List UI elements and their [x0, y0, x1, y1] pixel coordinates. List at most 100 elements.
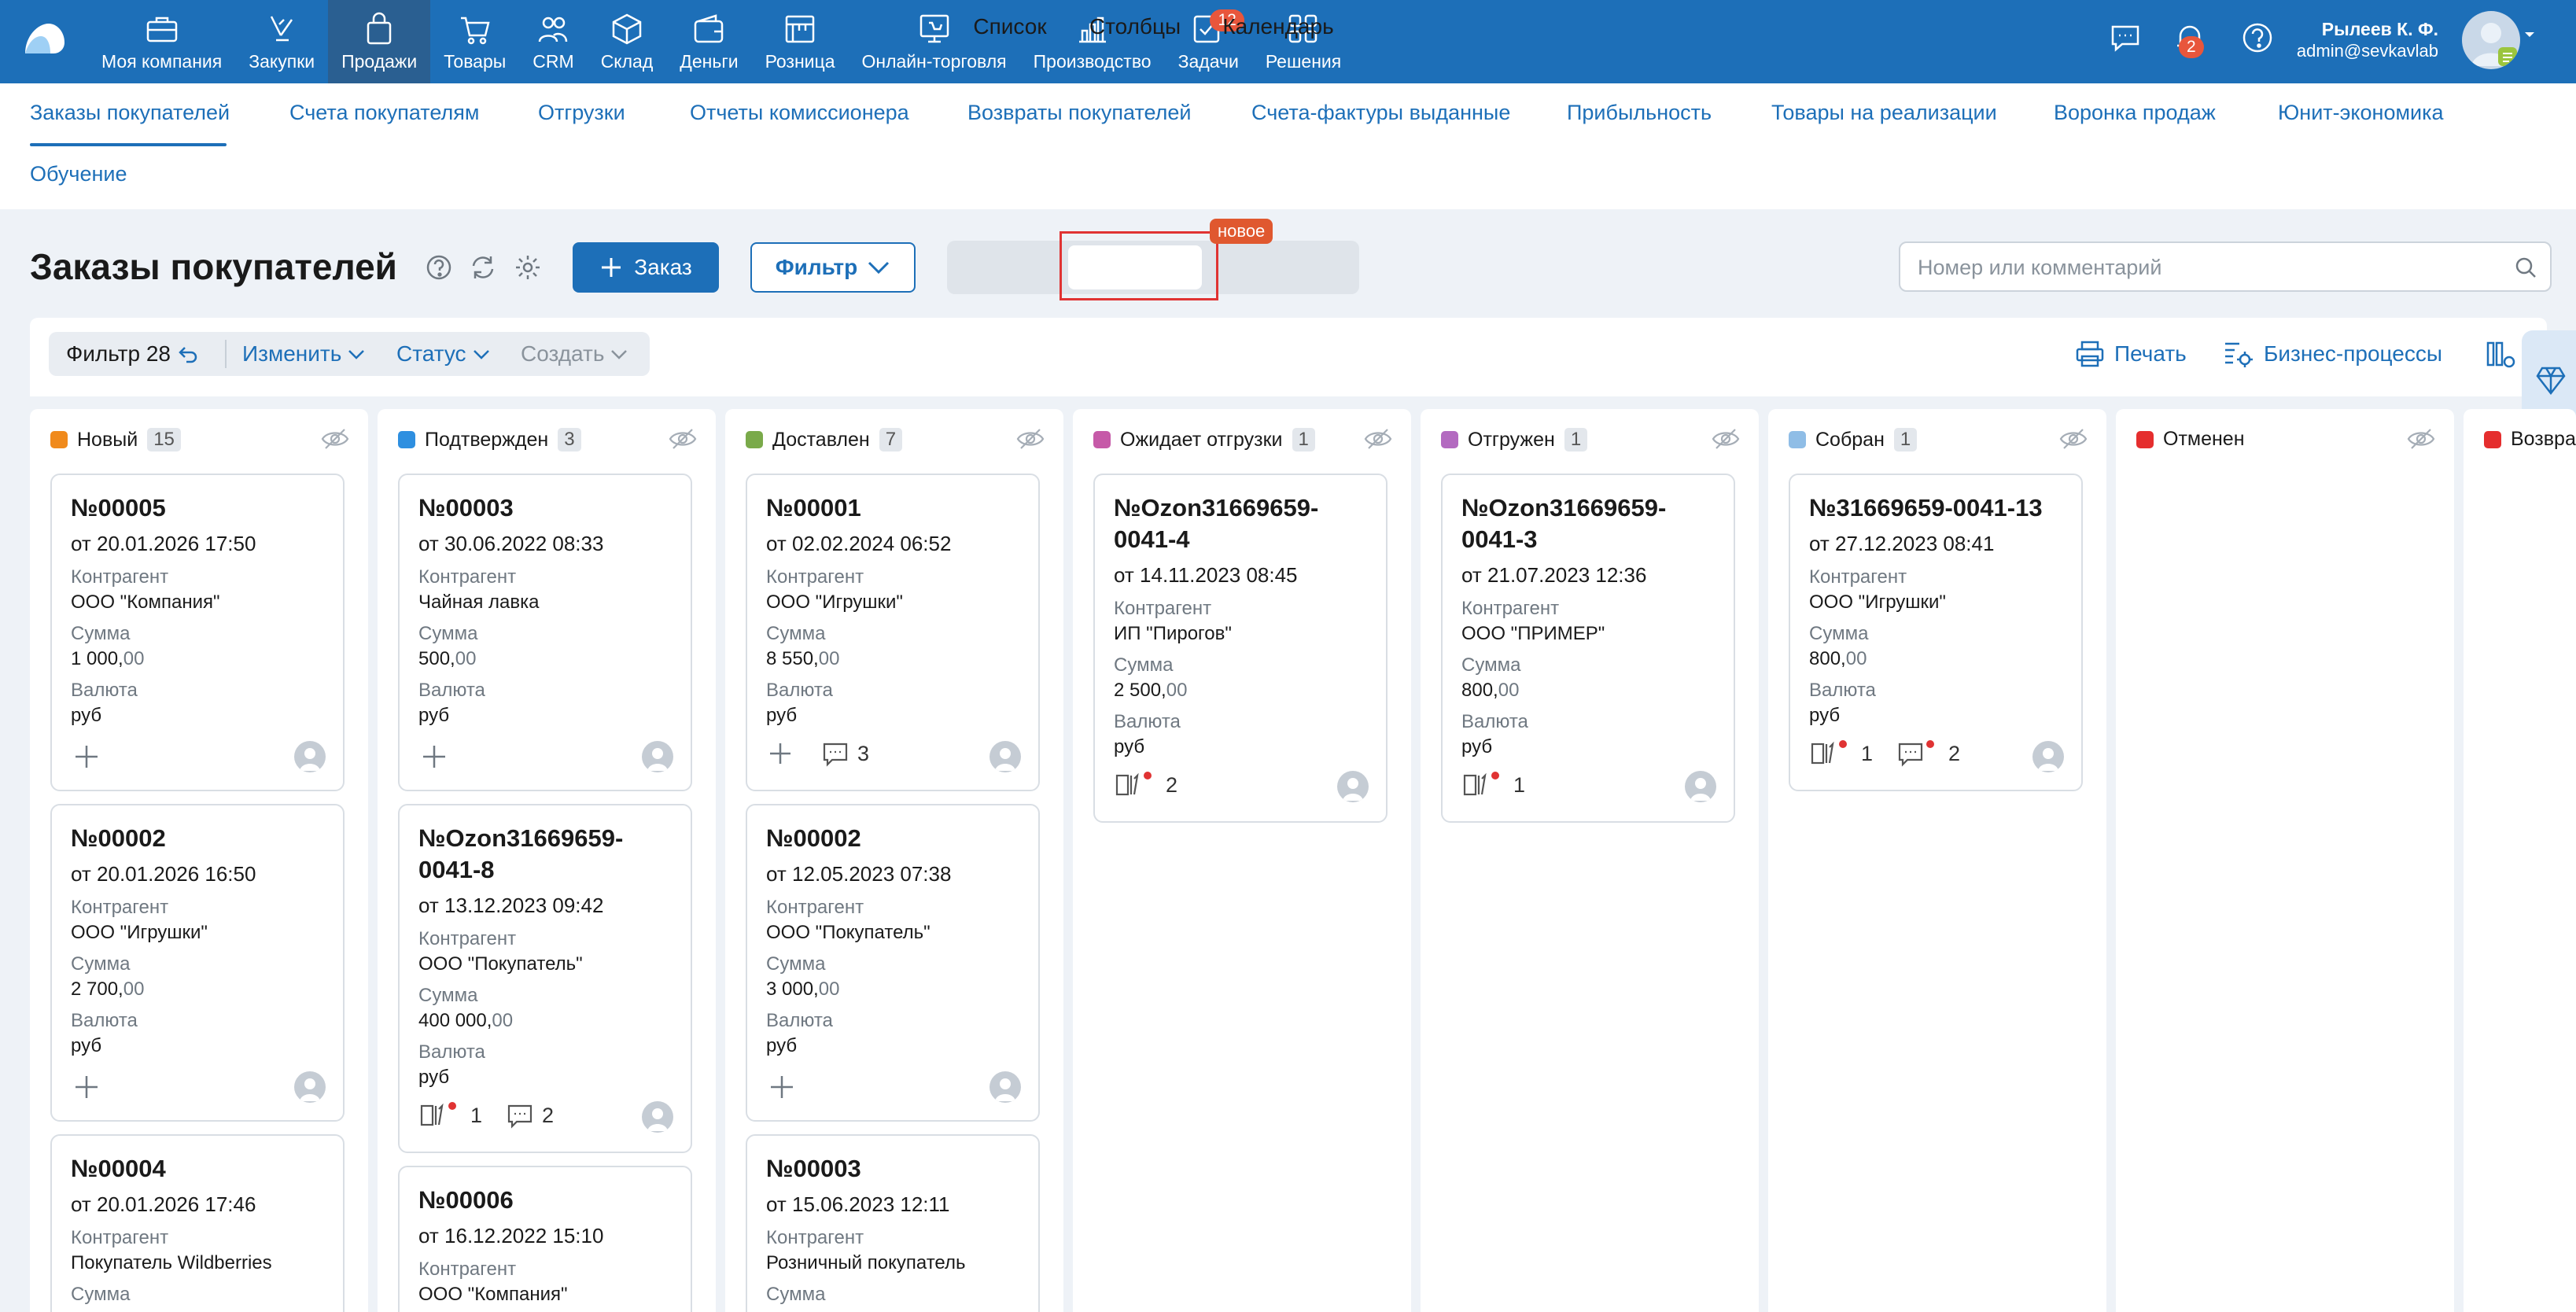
nav-money[interactable]: Деньги — [666, 0, 751, 83]
document-icon[interactable] — [1461, 771, 1490, 799]
order-number[interactable]: №31669659-0041-13 — [1809, 492, 2069, 524]
print-button[interactable]: Печать — [2075, 332, 2187, 376]
business-processes-button[interactable]: Бизнес-процессы — [2223, 332, 2442, 376]
eye-off-icon[interactable] — [1364, 428, 1392, 450]
help-icon[interactable] — [425, 253, 453, 282]
subnav-returns[interactable]: Возвраты покупателей — [967, 101, 1192, 125]
create-dropdown[interactable]: Создать — [521, 332, 628, 376]
eye-off-icon[interactable] — [669, 428, 697, 450]
order-number[interactable]: №00003 — [418, 492, 678, 524]
nav-goods[interactable]: Товары — [430, 0, 519, 83]
order-number[interactable]: №Ozon31669659-0041-3 — [1461, 492, 1721, 555]
sum-value: 400 000,00 — [418, 1010, 513, 1032]
refresh-icon[interactable] — [469, 253, 497, 282]
document-icon[interactable] — [1114, 771, 1142, 799]
comment-icon[interactable] — [1896, 739, 1925, 768]
order-card[interactable]: №00004 от 20.01.2026 17:46 Контрагент По… — [50, 1134, 345, 1312]
filter-count[interactable]: Фильтр 28 — [66, 332, 199, 376]
order-card[interactable]: №00003 от 15.06.2023 12:11 Контрагент Ро… — [746, 1134, 1040, 1312]
nav-retail[interactable]: Розница — [752, 0, 849, 83]
search-input[interactable]: Номер или комментарий — [1899, 241, 2552, 292]
plus-icon[interactable] — [418, 741, 450, 772]
order-number[interactable]: №00002 — [71, 823, 330, 854]
order-number[interactable]: №00004 — [71, 1153, 330, 1185]
nav-crm[interactable]: CRM — [519, 0, 587, 83]
subnav-training[interactable]: Обучение — [30, 162, 127, 186]
eye-off-icon[interactable] — [1016, 428, 1045, 450]
logo-icon[interactable] — [22, 20, 68, 57]
add-order-button[interactable]: Заказ — [573, 242, 719, 293]
order-number[interactable]: №Ozon31669659-0041-4 — [1114, 492, 1373, 555]
order-card[interactable]: №00003 от 30.06.2022 08:33 Контрагент Ча… — [398, 474, 692, 791]
counterparty-label: Контрагент — [71, 566, 169, 588]
avatar[interactable] — [1685, 771, 1716, 802]
order-card[interactable]: №Ozon31669659-0041-3 от 21.07.2023 12:36… — [1441, 474, 1735, 823]
view-calendar[interactable]: Календарь — [1211, 0, 1345, 53]
order-number[interactable]: №00006 — [418, 1185, 678, 1216]
document-icon[interactable] — [418, 1101, 447, 1130]
order-card[interactable]: №Ozon31669659-0041-8 от 13.12.2023 09:42… — [398, 804, 692, 1153]
comment-icon[interactable] — [506, 1101, 534, 1130]
edit-dropdown[interactable]: Изменить — [242, 332, 365, 376]
plus-icon[interactable] — [71, 1071, 102, 1103]
eye-off-icon[interactable] — [321, 428, 349, 450]
plus-icon[interactable] — [766, 739, 794, 768]
subnav-profitability[interactable]: Прибыльность — [1567, 101, 1712, 125]
plus-icon[interactable] — [71, 741, 102, 772]
subnav-unit-economics[interactable]: Юнит-экономика — [2278, 101, 2444, 125]
subnav-sales-funnel[interactable]: Воронка продаж — [2054, 101, 2216, 125]
order-card[interactable]: №31669659-0041-13 от 27.12.2023 08:41 Ко… — [1789, 474, 2083, 791]
avatar[interactable] — [989, 1071, 1021, 1103]
nav-sales[interactable]: Продажи — [328, 0, 431, 83]
order-number[interactable]: №Ozon31669659-0041-8 — [418, 823, 678, 886]
user-name[interactable]: Рылеев К. Ф. — [2297, 19, 2438, 40]
reset-filter-icon[interactable] — [177, 345, 199, 363]
status-dropdown[interactable]: Статус — [396, 332, 490, 376]
eye-off-icon[interactable] — [1712, 428, 1740, 450]
nav-purchases[interactable]: Закупки — [235, 0, 328, 83]
filter-button[interactable]: Фильтр — [750, 242, 916, 293]
avatar[interactable] — [642, 741, 673, 772]
chevron-down-icon[interactable] — [2523, 30, 2536, 39]
eye-off-icon[interactable] — [2059, 428, 2088, 450]
nav-label: Товары — [444, 50, 507, 72]
nav-warehouse[interactable]: Склад — [588, 0, 667, 83]
chat-icon[interactable] — [2108, 20, 2143, 55]
order-card[interactable]: №00002 от 20.01.2026 16:50 Контрагент ОО… — [50, 804, 345, 1122]
chevron-down-icon — [868, 261, 890, 275]
view-list[interactable]: Список — [955, 0, 1065, 53]
avatar[interactable] — [294, 741, 326, 772]
eye-off-icon[interactable] — [2407, 428, 2435, 450]
view-columns[interactable]: Столбцы — [1068, 0, 1202, 53]
settings-icon[interactable] — [514, 253, 542, 282]
order-card[interactable]: №00001 от 02.02.2024 06:52 Контрагент ОО… — [746, 474, 1040, 791]
order-number[interactable]: №00005 — [71, 492, 330, 524]
avatar[interactable] — [294, 1071, 326, 1103]
subnav-invoices[interactable]: Счета покупателям — [289, 101, 479, 125]
help-icon[interactable] — [2240, 20, 2275, 55]
order-card[interactable]: №Ozon31669659-0041-4 от 14.11.2023 08:45… — [1093, 474, 1388, 823]
order-card[interactable]: №00005 от 20.01.2026 17:50 Контрагент ОО… — [50, 474, 345, 791]
user-avatar[interactable] — [2462, 11, 2520, 69]
order-number[interactable]: №00001 — [766, 492, 1026, 524]
avatar[interactable] — [989, 741, 1021, 772]
avatar[interactable] — [642, 1101, 673, 1133]
document-icon[interactable] — [1809, 739, 1837, 768]
order-card[interactable]: №00002 от 12.05.2023 07:38 Контрагент ОО… — [746, 804, 1040, 1122]
subnav-commission-reports[interactable]: Отчеты комиссионера — [690, 101, 909, 125]
search-icon[interactable] — [2514, 256, 2537, 279]
order-card[interactable]: №00006 от 16.12.2022 15:10 Контрагент ОО… — [398, 1166, 692, 1312]
board-settings-icon[interactable] — [2486, 340, 2517, 371]
order-number[interactable]: №00003 — [766, 1153, 1026, 1185]
avatar[interactable] — [2032, 741, 2064, 772]
subnav-customer-orders[interactable]: Заказы покупателей — [30, 101, 230, 125]
order-number[interactable]: №00002 — [766, 823, 1026, 854]
plus-icon[interactable] — [766, 1071, 798, 1103]
avatar[interactable] — [1337, 771, 1369, 802]
counterparty-label: Контрагент — [418, 928, 517, 949]
nav-my-company[interactable]: Моя компания — [88, 0, 235, 83]
subnav-shipments[interactable]: Отгрузки — [538, 101, 625, 125]
comment-icon[interactable] — [821, 739, 849, 768]
subnav-goods-on-sale[interactable]: Товары на реализации — [1771, 101, 1997, 125]
subnav-invoices-issued[interactable]: Счета-фактуры выданные — [1251, 101, 1510, 125]
